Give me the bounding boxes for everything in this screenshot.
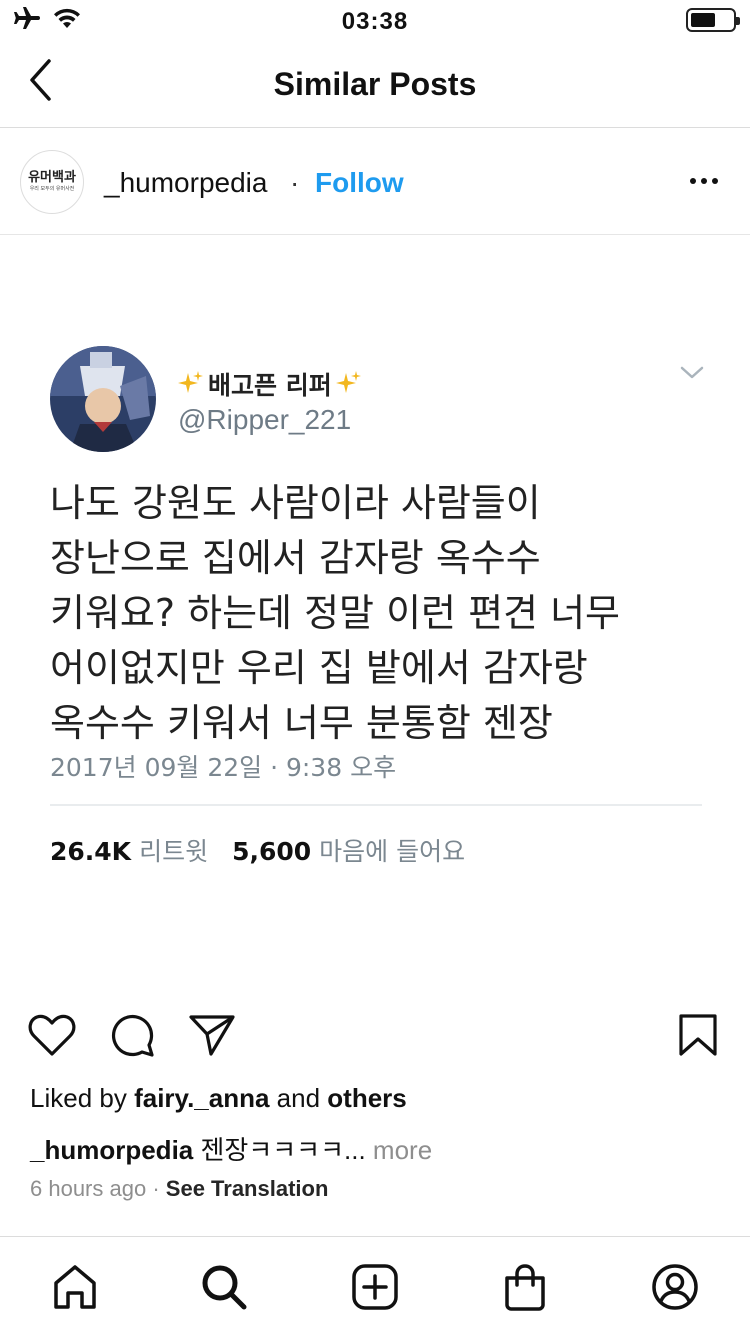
post-time-ago: 6 hours ago [30,1176,147,1201]
liked-by-and: and [276,1083,321,1113]
caption-username[interactable]: _humorpedia [30,1135,193,1165]
tweet-name-text: 배고픈 리퍼 [208,371,332,400]
tweet-text: 나도 강원도 사람이라 사람들이 장난으로 집에서 감자랑 옥수수 키워요? 하… [50,481,621,745]
home-icon[interactable] [49,1261,101,1313]
post-actions [0,1005,750,1065]
battery-icon [686,8,740,32]
tweet-avatar [50,346,156,452]
caption-text: 젠장ㅋㅋㅋㅋ... [200,1135,366,1165]
nav-bar: Similar Posts [0,40,750,128]
comment-icon[interactable] [107,1010,157,1060]
post-image[interactable]: 배고픈 리퍼 @Ripper_221 나도 강원도 사람이라 사람들이 장난으로… [0,236,750,986]
page-title: Similar Posts [273,66,477,102]
retweet-count: 26.4K [50,837,132,866]
caption-more-link[interactable]: more [373,1135,432,1165]
status-bar: 03:38 [0,0,750,40]
liked-by-prefix: Liked by [30,1083,127,1113]
post-username[interactable]: _humorpedia [104,167,267,199]
liked-by[interactable]: Liked by fairy._anna and others [30,1083,407,1114]
status-time: 03:38 [341,8,409,35]
post-header: 유머백과 우리 모두의 유머사전 _humorpedia · Follow [0,129,750,235]
avatar-logo-subtext: 우리 모두의 유머사전 [29,186,75,192]
sparkles-icon [178,371,203,393]
retweet-label: 리트윗 [139,837,209,866]
post-caption: _humorpedia 젠장ㅋㅋㅋㅋ... more [30,1130,432,1167]
bookmark-icon[interactable] [673,1010,723,1060]
post-meta: 6 hours ago · See Translation [30,1176,328,1202]
tweet-date: 2017년 09월 22일 · 9:38 오후 [50,753,397,782]
liked-by-others[interactable]: others [327,1083,406,1113]
like-count: 5,600 [232,837,312,866]
chevron-down-icon [680,366,704,385]
share-icon[interactable] [187,1010,237,1060]
heart-icon[interactable] [27,1010,77,1060]
tweet-handle: @Ripper_221 [178,404,352,435]
like-label: 마음에 들어요 [319,837,466,866]
separator-dot: · [290,167,300,198]
tweet-display-name: 배고픈 리퍼 [178,366,362,402]
bottom-tab-bar [0,1236,750,1334]
add-post-icon[interactable] [349,1261,401,1313]
avatar-logo-text: 유머백과 [28,170,76,185]
search-icon[interactable] [198,1261,250,1313]
follow-button[interactable]: Follow [315,167,404,199]
meta-separator: · [152,1176,160,1201]
sparkles-icon [335,371,361,393]
tweet-stats: 26.4K 리트윗 5,600 마음에 들어요 [50,832,465,868]
see-translation-link[interactable]: See Translation [166,1176,329,1201]
tweet-divider [50,804,702,806]
shop-icon[interactable] [499,1261,551,1313]
profile-icon[interactable] [649,1261,701,1313]
more-options-icon[interactable] [684,165,724,197]
liked-by-user[interactable]: fairy._anna [134,1083,269,1113]
avatar[interactable]: 유머백과 우리 모두의 유머사전 [20,150,84,214]
